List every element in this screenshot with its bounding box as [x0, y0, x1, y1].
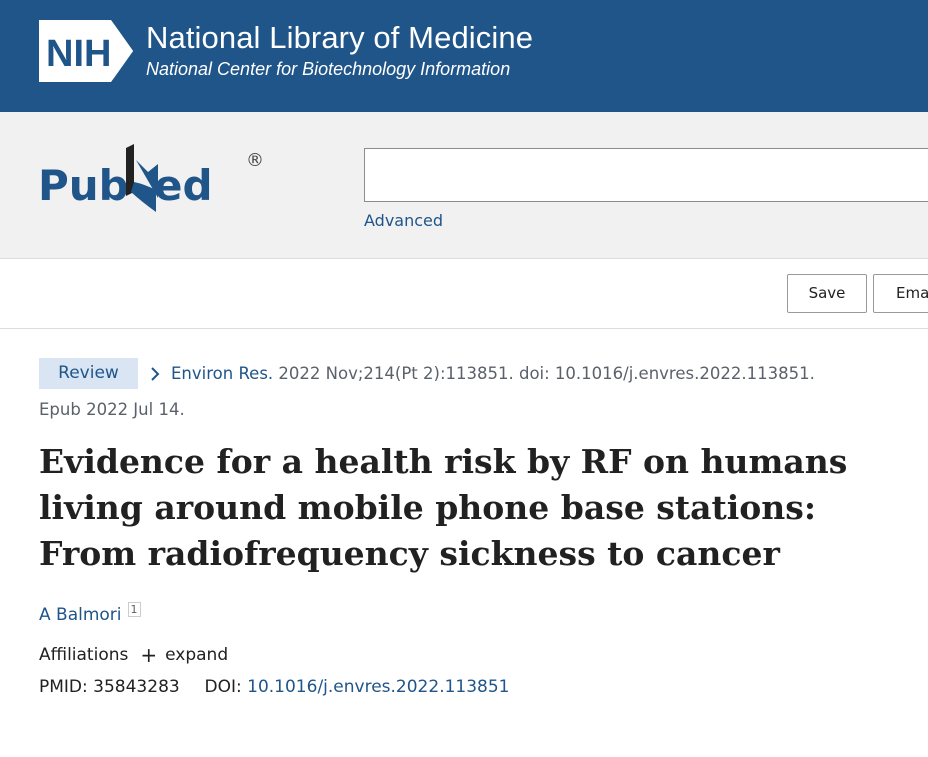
affiliations-label: Affiliations	[39, 645, 129, 665]
citation-text: Environ Res. 2022 Nov;214(Pt 2):113851. …	[171, 364, 815, 383]
expand-label: expand	[165, 645, 229, 665]
pmid-value: 35843283	[93, 677, 180, 697]
search-input[interactable]	[364, 148, 928, 202]
epub-date: Epub 2022 Jul 14.	[39, 400, 185, 419]
advanced-search-link[interactable]: Advanced	[364, 211, 443, 230]
affiliation-number[interactable]: 1	[127, 602, 141, 617]
affiliations-row: Affiliations + expand	[39, 645, 899, 665]
search-area: Pub ed ® Advanced	[0, 112, 928, 259]
pubmed-logo[interactable]: Pub ed ®	[38, 142, 268, 222]
nih-subtitle: National Center for Biotechnology Inform…	[146, 59, 511, 79]
authors-list: A Balmori 1	[39, 602, 899, 625]
doi-label: DOI:	[204, 677, 242, 697]
citation-line: Review Environ Res. 2022 Nov;214(Pt 2):1…	[39, 358, 899, 392]
svg-text:Pub: Pub	[38, 161, 129, 210]
plus-icon: +	[140, 643, 158, 667]
identifiers-row: PMID: 35843283 DOI: 10.1016/j.envres.202…	[39, 677, 899, 697]
nih-logo-text: NIH	[46, 33, 111, 75]
chevron-right-icon[interactable]	[149, 366, 161, 382]
svg-text:ed: ed	[154, 161, 213, 210]
publication-type-badge: Review	[39, 358, 138, 389]
article-details: Review Environ Res. 2022 Nov;214(Pt 2):1…	[39, 358, 899, 697]
article-title: Evidence for a health risk by RF on huma…	[39, 442, 848, 573]
nih-logo[interactable]: NIH	[39, 20, 135, 82]
expand-affiliations-button[interactable]: + expand	[140, 645, 228, 665]
nih-title[interactable]: National Library of Medicine	[146, 20, 533, 56]
pubmed-registered-mark: ®	[246, 150, 264, 171]
journal-link[interactable]: Environ Res.	[171, 364, 273, 383]
author-link[interactable]: A Balmori	[39, 605, 122, 625]
email-button[interactable]: Email	[873, 274, 928, 313]
citation-details: 2022 Nov;214(Pt 2):113851. doi: 10.1016/…	[273, 364, 815, 383]
save-button[interactable]: Save	[787, 274, 867, 313]
nih-banner: NIH National Library of Medicine Nationa…	[0, 0, 928, 112]
doi-link[interactable]: 10.1016/j.envres.2022.113851	[247, 677, 509, 697]
pmid-label: PMID:	[39, 677, 88, 697]
action-bar: Save Email	[0, 259, 928, 329]
